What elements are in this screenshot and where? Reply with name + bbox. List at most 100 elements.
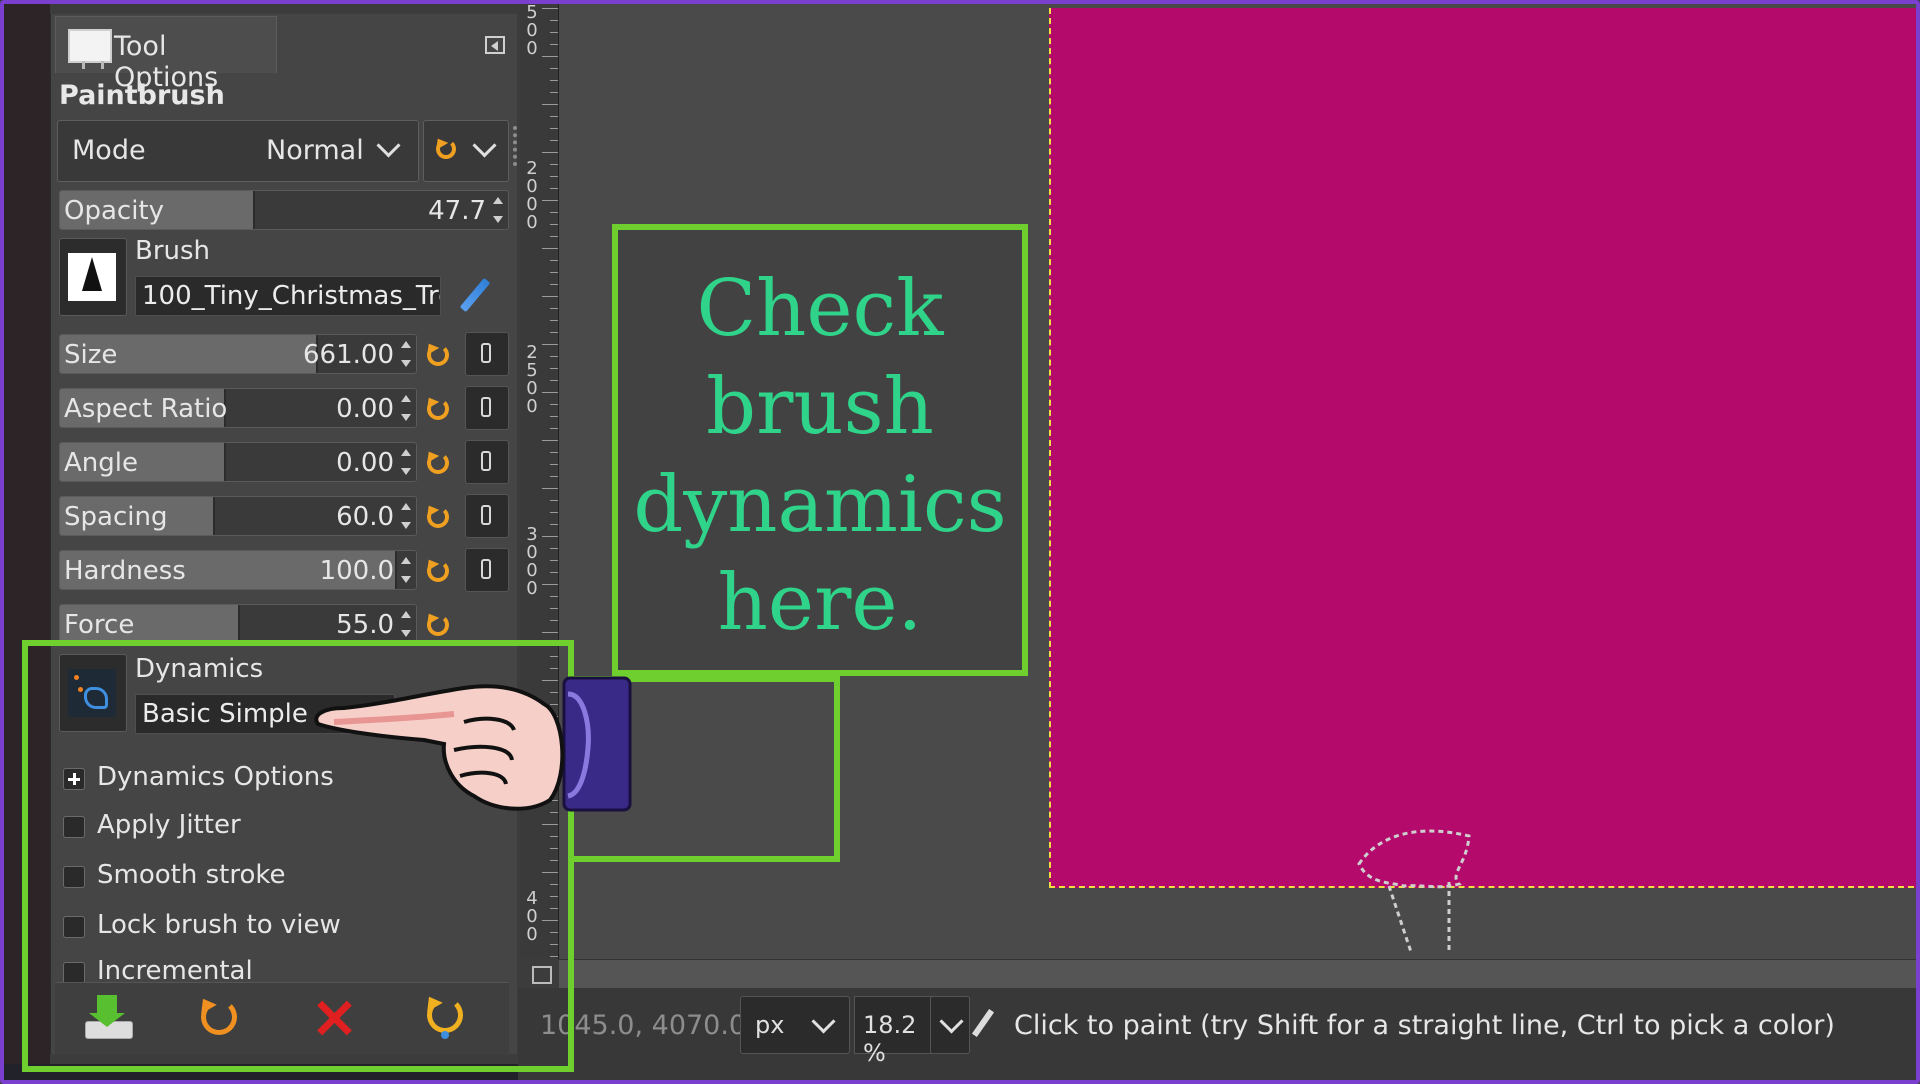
- ruler-tick: [542, 104, 558, 105]
- chevron-down-icon: [472, 133, 497, 158]
- ruler-tick: [550, 260, 558, 261]
- reset-icon[interactable]: [427, 560, 449, 582]
- ruler-tick: [550, 380, 558, 381]
- pointing-hand-icon: [314, 676, 632, 812]
- ruler-tick: [550, 140, 558, 141]
- aspect-ratio-link-button[interactable]: [465, 386, 509, 430]
- ruler-tick: [550, 116, 558, 117]
- hardness-slider[interactable]: Hardness 100.0: [59, 550, 417, 590]
- ruler-tick: [542, 8, 558, 9]
- force-label: Force: [64, 610, 135, 640]
- force-slider[interactable]: Force 55.0: [59, 604, 417, 644]
- size-value: 661.00: [303, 340, 394, 370]
- ruler-tick: [550, 80, 558, 81]
- aspect-ratio-spinner[interactable]: [400, 393, 412, 423]
- reset-icon: [436, 139, 456, 159]
- ruler-tick: [542, 392, 558, 393]
- ruler-tick: [550, 620, 558, 621]
- ruler-tick: [550, 512, 558, 513]
- ruler-tick: [550, 272, 558, 273]
- ruler-tick: [550, 608, 558, 609]
- ruler-tick: [542, 296, 558, 297]
- opacity-value: 47.7: [428, 196, 486, 226]
- ruler-tick: [550, 428, 558, 429]
- ruler-tick: [550, 176, 558, 177]
- size-label: Size: [64, 340, 118, 370]
- brush-preview: [68, 253, 116, 301]
- ruler-tick: [550, 188, 558, 189]
- brush-outline-cursor: [1357, 829, 1471, 953]
- force-spinner[interactable]: [400, 609, 412, 639]
- reset-icon[interactable]: [427, 506, 449, 528]
- spacing-link-button[interactable]: [465, 494, 509, 538]
- angle-slider[interactable]: Angle 0.00: [59, 442, 417, 482]
- chain-icon: [481, 397, 491, 417]
- chain-icon: [481, 505, 491, 525]
- ruler-tick: [550, 560, 558, 561]
- spacing-label: Spacing: [64, 502, 168, 532]
- angle-link-button[interactable]: [465, 440, 509, 484]
- callout-box: Check brush dynamics here.: [612, 224, 1028, 676]
- reset-icon[interactable]: [427, 398, 449, 420]
- ruler-digit: 0: [526, 396, 538, 417]
- ruler-tick: [542, 488, 558, 489]
- ruler-tick: [550, 332, 558, 333]
- mode-label: Mode: [72, 135, 146, 166]
- hardness-value: 100.0: [319, 556, 394, 586]
- ruler-tick: [550, 92, 558, 93]
- brush-label: Brush: [135, 236, 211, 266]
- ruler-tick: [550, 20, 558, 21]
- tab-tool-options[interactable]: Tool Options: [55, 16, 277, 93]
- chain-icon: [481, 451, 491, 471]
- angle-value: 0.00: [336, 448, 394, 478]
- pencil-icon[interactable]: [459, 277, 491, 313]
- callout-line: here.: [717, 558, 923, 648]
- mode-reset-dropdown[interactable]: [423, 120, 509, 182]
- mode-select[interactable]: Mode Normal: [57, 120, 419, 182]
- reset-icon[interactable]: [427, 452, 449, 474]
- spacing-spinner[interactable]: [400, 501, 412, 531]
- horizontal-scrollbar[interactable]: [559, 959, 1916, 988]
- zoom-dropdown[interactable]: [930, 996, 970, 1054]
- size-slider[interactable]: Size 661.00: [59, 334, 417, 374]
- opacity-spinner[interactable]: [492, 195, 504, 225]
- hardness-spinner[interactable]: [400, 555, 412, 585]
- status-message: Click to paint (try Shift for a straight…: [1014, 1010, 1835, 1041]
- opacity-slider[interactable]: Opacity 47.7: [59, 190, 509, 230]
- chain-icon: [481, 343, 491, 363]
- unit-select[interactable]: px: [740, 996, 850, 1054]
- ruler-tick: [542, 344, 558, 345]
- ruler-tick: [550, 32, 558, 33]
- ruler-tick: [550, 212, 558, 213]
- ruler-tick: [550, 404, 558, 405]
- image-canvas[interactable]: [1049, 8, 1916, 888]
- ruler-digit: 0: [526, 212, 538, 233]
- unit-value: px: [755, 1011, 785, 1039]
- ruler-tick: [542, 536, 558, 537]
- ruler-tick: [550, 44, 558, 45]
- ruler-tick: [550, 356, 558, 357]
- spacing-slider[interactable]: Spacing 60.0: [59, 496, 417, 536]
- ruler-tick: [542, 56, 558, 57]
- ruler-tick: [550, 548, 558, 549]
- brush-name-field[interactable]: 100_Tiny_Christmas_Tre: [135, 276, 441, 316]
- ruler-tick: [550, 224, 558, 225]
- ruler-tick: [550, 416, 558, 417]
- panel-menu-button[interactable]: [485, 36, 505, 54]
- callout-line: dynamics: [633, 460, 1007, 550]
- size-spinner[interactable]: [400, 339, 412, 369]
- zoom-field[interactable]: 18.2 %: [854, 996, 938, 1067]
- angle-spinner[interactable]: [400, 447, 412, 477]
- reset-icon[interactable]: [427, 614, 449, 636]
- size-link-button[interactable]: [465, 332, 509, 376]
- hardness-link-button[interactable]: [465, 548, 509, 592]
- aspect-ratio-slider[interactable]: Aspect Ratio 0.00: [59, 388, 417, 428]
- opacity-label: Opacity: [64, 196, 165, 226]
- callout-line: Check: [696, 264, 944, 354]
- paintbrush-icon: [971, 1008, 995, 1038]
- angle-label: Angle: [64, 448, 138, 478]
- force-value: 55.0: [336, 610, 394, 640]
- reset-icon[interactable]: [427, 344, 449, 366]
- ruler-tick: [550, 320, 558, 321]
- brush-preview-button[interactable]: [59, 238, 127, 316]
